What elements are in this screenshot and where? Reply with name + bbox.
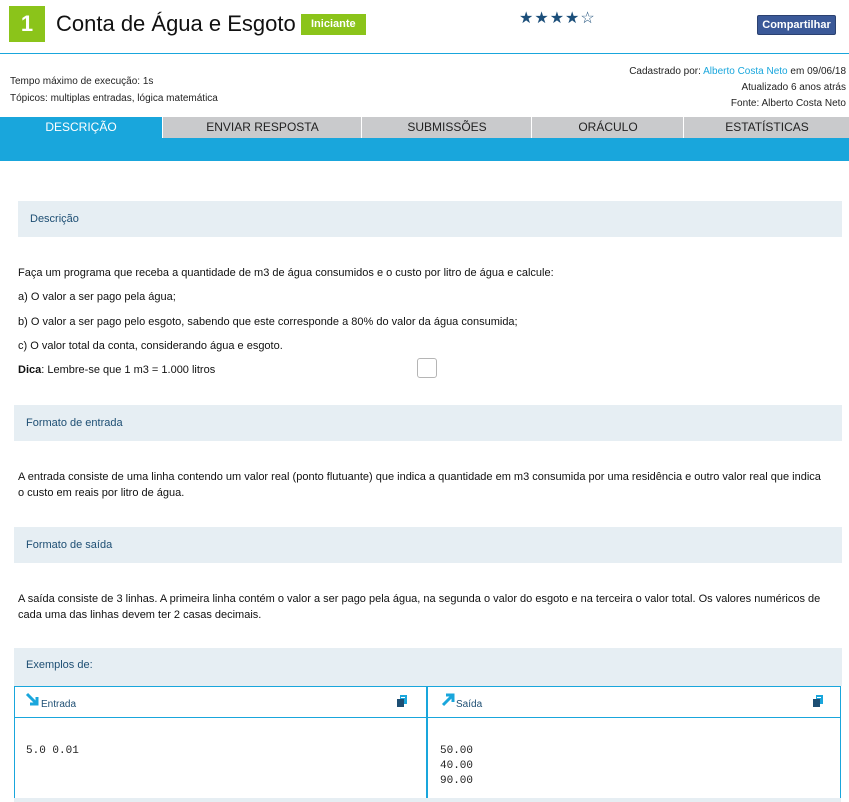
output-label: Saída bbox=[456, 699, 483, 710]
share-button[interactable]: Compartilhar bbox=[757, 15, 836, 35]
registered-by: Cadastrado por: Alberto Costa Neto em 09… bbox=[629, 64, 846, 80]
problem-meta-left: Tempo máximo de execução: 1s Tópicos: mu… bbox=[10, 73, 218, 107]
problem-number-badge: 1 bbox=[9, 6, 45, 42]
example-input-value: 5.0 0.01 bbox=[26, 745, 79, 757]
registered-date: em 09/06/18 bbox=[787, 66, 846, 77]
output-format-text: A saída consiste de 3 linhas. A primeira… bbox=[18, 593, 821, 621]
examples-heading: Exemplos de: bbox=[14, 648, 842, 686]
description-item-b: b) O valor a ser pago pelo esgoto, saben… bbox=[18, 316, 518, 328]
tab-oraculo[interactable]: ORÁCULO bbox=[531, 117, 684, 138]
updated-at: Atualizado 6 anos atrás bbox=[741, 82, 846, 93]
output-arrow-icon bbox=[440, 692, 456, 711]
rating-stars[interactable]: ★★★★☆ bbox=[519, 8, 596, 28]
examples-bottom-strip bbox=[14, 798, 841, 802]
description-intro: Faça um programa que receba a quantidade… bbox=[18, 267, 554, 279]
input-format-heading: Formato de entrada bbox=[14, 405, 842, 441]
source: Fonte: Alberto Costa Neto bbox=[730, 98, 846, 109]
input-format-text: A entrada consiste de uma linha contendo… bbox=[18, 471, 821, 499]
copy-input-icon[interactable] bbox=[396, 694, 410, 711]
tip-text: : Lembre-se que 1 m3 = 1.000 litros bbox=[41, 364, 216, 376]
tab-enviar-resposta[interactable]: ENVIAR RESPOSTA bbox=[162, 117, 362, 138]
example-output-value: 50.00 40.00 90.00 bbox=[440, 745, 474, 787]
examples-header-line bbox=[14, 717, 841, 718]
difficulty-badge: Iniciante bbox=[301, 14, 366, 35]
description-heading: Descrição bbox=[18, 201, 842, 237]
checkbox[interactable] bbox=[417, 358, 437, 378]
topics: Tópicos: multiplas entradas, lógica mate… bbox=[10, 93, 218, 104]
tab-descricao[interactable]: DESCRIÇÃO bbox=[0, 117, 162, 138]
tab-estatisticas[interactable]: ESTATÍSTICAS bbox=[683, 117, 849, 138]
header-divider bbox=[0, 53, 849, 54]
registered-prefix: Cadastrado por: bbox=[629, 66, 704, 77]
input-arrow-icon bbox=[25, 692, 41, 711]
author-link[interactable]: Alberto Costa Neto bbox=[703, 66, 788, 77]
description-item-c: c) O valor total da conta, considerando … bbox=[18, 340, 283, 352]
problem-title: Conta de Água e Esgoto bbox=[56, 11, 296, 36]
time-limit: Tempo máximo de execução: 1s bbox=[10, 76, 154, 87]
tab-submissoes[interactable]: SUBMISSÕES bbox=[361, 117, 532, 138]
copy-output-icon[interactable] bbox=[812, 694, 826, 711]
examples-divider bbox=[426, 686, 428, 802]
input-label: Entrada bbox=[41, 699, 77, 710]
problem-meta-right: Cadastrado por: Alberto Costa Neto em 09… bbox=[629, 64, 846, 112]
output-format-heading: Formato de saída bbox=[14, 527, 842, 563]
tip-label: Dica bbox=[18, 364, 42, 376]
description-item-a: a) O valor a ser pago pela água; bbox=[18, 291, 176, 303]
